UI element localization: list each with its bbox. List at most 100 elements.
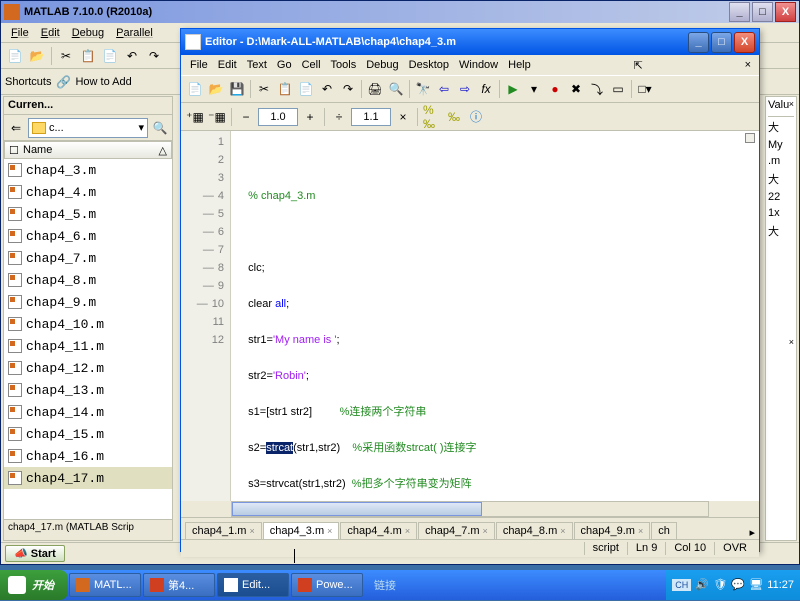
copy-icon[interactable]: 📋 <box>275 79 295 99</box>
pct-icon[interactable]: %‰ <box>422 107 442 127</box>
back-icon[interactable]: ⇦ <box>434 79 454 99</box>
fx-icon[interactable]: fx <box>476 79 496 99</box>
menu-debug[interactable]: Debug <box>361 57 403 73</box>
undo-icon[interactable]: ↶ <box>317 79 337 99</box>
file-item[interactable]: chap4_4.m <box>4 181 172 203</box>
pct2-icon[interactable]: ‰ <box>444 107 464 127</box>
file-item[interactable]: chap4_7.m <box>4 247 172 269</box>
start-button[interactable]: 📣 Start <box>5 545 65 562</box>
paste-icon[interactable]: 📄 <box>100 46 120 66</box>
new-icon[interactable]: 📄 <box>185 79 205 99</box>
file-item[interactable]: chap4_17.m <box>4 467 172 489</box>
menu-text[interactable]: Text <box>242 57 272 73</box>
tray-icon[interactable]: 🖥 <box>749 578 763 592</box>
message-bar[interactable] <box>745 131 757 501</box>
open-icon[interactable]: 📂 <box>27 46 47 66</box>
ws-item[interactable]: 1x <box>768 205 794 221</box>
menu-desktop[interactable]: Desktop <box>404 57 454 73</box>
maximize-button[interactable]: □ <box>752 2 773 22</box>
step-icon[interactable]: ⤵ <box>587 79 607 99</box>
dock-icon[interactable]: ⇱ <box>630 59 647 72</box>
cell-minus-icon[interactable]: ⁻▦ <box>207 107 227 127</box>
language-indicator[interactable]: CH <box>672 579 691 591</box>
file-item[interactable]: chap4_15.m <box>4 423 172 445</box>
cell-plus-icon[interactable]: ⁺▦ <box>185 107 205 127</box>
system-tray[interactable]: CH 🔊 🛡 💬 🖥 11:27 <box>666 570 800 600</box>
ws-item[interactable]: .m <box>768 153 794 169</box>
tray-icon[interactable]: 🛡 <box>713 578 727 592</box>
file-item[interactable]: chap4_16.m <box>4 445 172 467</box>
menu-help[interactable]: Help <box>503 57 536 73</box>
run-icon[interactable]: ▶ <box>503 79 523 99</box>
find-icon[interactable]: 🔍 <box>386 79 406 99</box>
close-icon[interactable]: × <box>789 337 794 347</box>
back-icon[interactable]: ⇐ <box>6 118 26 138</box>
folder-path-box[interactable]: c... ▾ <box>28 118 148 138</box>
print-icon[interactable]: 🖨 <box>365 79 385 99</box>
editor-titlebar[interactable]: Editor - D:\Mark-ALL-MATLAB\chap4\chap4_… <box>181 29 759 55</box>
times-icon[interactable]: × <box>393 107 413 127</box>
menu-edit[interactable]: Edit <box>213 57 242 73</box>
ws-item[interactable]: 大 <box>768 221 794 241</box>
file-item[interactable]: chap4_5.m <box>4 203 172 225</box>
undo-icon[interactable]: ↶ <box>122 46 142 66</box>
menu-file[interactable]: File <box>5 25 35 41</box>
increment-input[interactable] <box>258 108 298 126</box>
paste-icon[interactable]: 📄 <box>296 79 316 99</box>
ws-item[interactable]: My <box>768 137 794 153</box>
file-item[interactable]: chap4_11.m <box>4 335 172 357</box>
ws-item[interactable]: 大 <box>768 169 794 189</box>
file-item[interactable]: chap4_13.m <box>4 379 172 401</box>
file-list[interactable]: chap4_3.m chap4_4.m chap4_5.m chap4_6.m … <box>4 159 172 519</box>
ws-item[interactable]: 22 <box>768 189 794 205</box>
cut-icon[interactable]: ✂ <box>56 46 76 66</box>
shortcut-icon[interactable]: 🔗 <box>53 72 73 92</box>
binoculars-icon[interactable]: 🔭 <box>413 79 433 99</box>
layout-icon[interactable]: □▾ <box>635 79 655 99</box>
maximize-button[interactable]: □ <box>711 32 732 53</box>
file-item[interactable]: chap4_14.m <box>4 401 172 423</box>
file-item[interactable]: chap4_3.m <box>4 159 172 181</box>
menu-go[interactable]: Go <box>272 57 297 73</box>
info-icon[interactable]: ⓘ <box>466 107 486 127</box>
ws-item[interactable]: 大 <box>768 117 794 137</box>
menu-file[interactable]: File <box>185 57 213 73</box>
code-editor[interactable]: 1 2 3 —4 —5 —6 —7 —8 —9 —10 11 12 % chap… <box>181 131 759 501</box>
breakpoint-icon[interactable]: ● <box>545 79 565 99</box>
close-button[interactable]: X <box>775 2 796 22</box>
minimize-button[interactable]: _ <box>688 32 709 53</box>
tray-icon[interactable]: 💬 <box>731 578 745 592</box>
plus-icon[interactable]: + <box>300 107 320 127</box>
stack-icon[interactable]: ▭ <box>608 79 628 99</box>
search-icon[interactable]: 🔍 <box>150 118 170 138</box>
windows-start-button[interactable]: 开始 <box>0 570 68 600</box>
links-label[interactable]: 链接 <box>364 577 406 593</box>
tray-icon[interactable]: 🔊 <box>695 578 709 592</box>
cut-icon[interactable]: ✂ <box>254 79 274 99</box>
close-icon[interactable]: × <box>789 99 794 109</box>
file-item[interactable]: chap4_10.m <box>4 313 172 335</box>
minimize-button[interactable]: _ <box>729 2 750 22</box>
file-item[interactable]: chap4_8.m <box>4 269 172 291</box>
redo-icon[interactable]: ↷ <box>338 79 358 99</box>
close-tab-icon[interactable]: × <box>741 59 755 71</box>
taskbar-item[interactable]: 第4... <box>143 573 215 597</box>
menu-edit[interactable]: Edit <box>35 25 66 41</box>
menu-tools[interactable]: Tools <box>326 57 362 73</box>
menu-parallel[interactable]: Parallel <box>110 25 159 41</box>
forward-icon[interactable]: ⇨ <box>455 79 475 99</box>
minus-icon[interactable]: − <box>236 107 256 127</box>
file-item[interactable]: chap4_12.m <box>4 357 172 379</box>
menu-cell[interactable]: Cell <box>297 57 326 73</box>
taskbar-item[interactable]: Powe... <box>291 573 363 597</box>
howtoadd-label[interactable]: How to Add <box>75 76 131 88</box>
close-button[interactable]: X <box>734 32 755 53</box>
run-dropdown-icon[interactable]: ▾ <box>524 79 544 99</box>
copy-icon[interactable]: 📋 <box>78 46 98 66</box>
taskbar-item[interactable]: Edit... <box>217 573 289 597</box>
code-text[interactable]: % chap4_3.m clc; clear all; str1='My nam… <box>231 131 759 501</box>
clear-bp-icon[interactable]: ✖ <box>566 79 586 99</box>
file-item[interactable]: chap4_9.m <box>4 291 172 313</box>
menu-window[interactable]: Window <box>454 57 503 73</box>
matlab-titlebar[interactable]: MATLAB 7.10.0 (R2010a) _ □ X <box>1 1 799 23</box>
